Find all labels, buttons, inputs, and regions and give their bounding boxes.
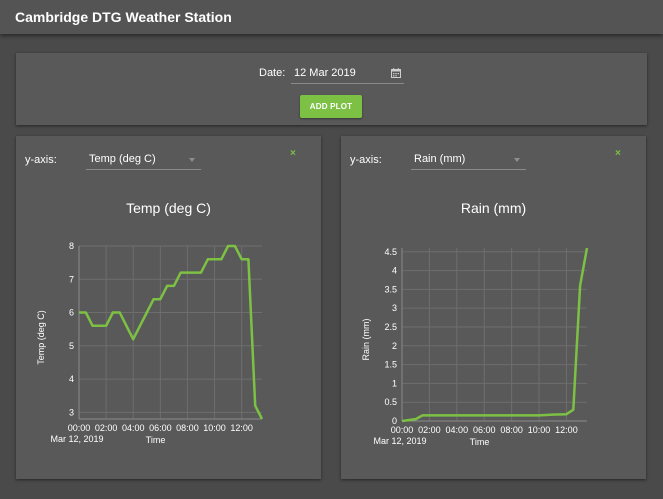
x-date-label: Mar 12, 2019: [373, 436, 426, 446]
y-tick-label: 2.5: [384, 322, 397, 332]
x-axis-title: Time: [470, 437, 490, 447]
y-tick-label: 4.5: [384, 247, 397, 257]
controls-card: Date: 12 Mar 2019 ADD PLOT: [16, 53, 647, 125]
x-tick-label: 00:00: [68, 423, 91, 433]
plot-panel-rain: y-axis: Rain (mm) × Rain (mm) 0 0.5 1 1.5 2 2…: [341, 136, 646, 479]
calendar-icon[interactable]: [391, 68, 401, 78]
x-tick-label: 08:00: [176, 423, 199, 433]
y-tick-label: 8: [69, 241, 74, 251]
y-tick-label: 2: [392, 341, 397, 351]
y-axis-title: Rain (mm): [361, 318, 371, 360]
x-tick-label: 12:00: [555, 425, 578, 435]
temp-chart: 3 4 5 6 7 8 00:00 02:00 04:00 06:00 08:00 10:00 12:0…: [36, 241, 264, 445]
date-label: Date:: [259, 67, 286, 79]
x-axis-title: Time: [146, 435, 166, 445]
y-tick-label: 3.5: [384, 284, 397, 294]
x-tick-label: 10:00: [203, 423, 226, 433]
x-tick-label: 06:00: [149, 423, 172, 433]
date-value: 12 Mar 2019: [294, 67, 356, 79]
y-tick-label: 0.5: [384, 397, 397, 407]
x-tick-label: 04:00: [446, 425, 469, 435]
x-tick-label: 04:00: [122, 423, 145, 433]
y-tick-label: 3: [69, 407, 74, 417]
add-plot-button[interactable]: ADD PLOT: [300, 95, 362, 118]
y-tick-label: 4: [69, 374, 74, 384]
y-tick-label: 5: [69, 341, 74, 351]
app-bar: Cambridge DTG Weather Station: [0, 0, 663, 34]
x-tick-label: 02:00: [418, 425, 441, 435]
y-tick-label: 1: [392, 378, 397, 388]
y-tick-label: 1.5: [384, 360, 397, 370]
x-tick-label: 12:00: [230, 423, 253, 433]
y-tick-label: 4: [392, 266, 397, 276]
x-tick-label: 10:00: [528, 425, 551, 435]
x-tick-label: 08:00: [500, 425, 523, 435]
date-picker-field[interactable]: 12 Mar 2019: [291, 64, 404, 84]
y-tick-label: 6: [69, 308, 74, 318]
x-date-label: Mar 12, 2019: [50, 434, 103, 444]
y-tick-label: 7: [69, 274, 74, 284]
y-axis-title: Temp (deg C): [36, 310, 46, 365]
x-tick-label: 06:00: [473, 425, 496, 435]
x-tick-label: 00:00: [391, 425, 414, 435]
y-tick-label: 3: [392, 303, 397, 313]
rain-chart: 00.511.522.533.544.500:00 02:00 04:00 06:00…: [361, 247, 589, 447]
plot-panel-temp: y-axis: Temp (deg C) × Temp (deg C) 3456…: [16, 136, 321, 479]
app-title: Cambridge DTG Weather Station: [15, 9, 232, 25]
x-tick-label: 02:00: [95, 423, 118, 433]
